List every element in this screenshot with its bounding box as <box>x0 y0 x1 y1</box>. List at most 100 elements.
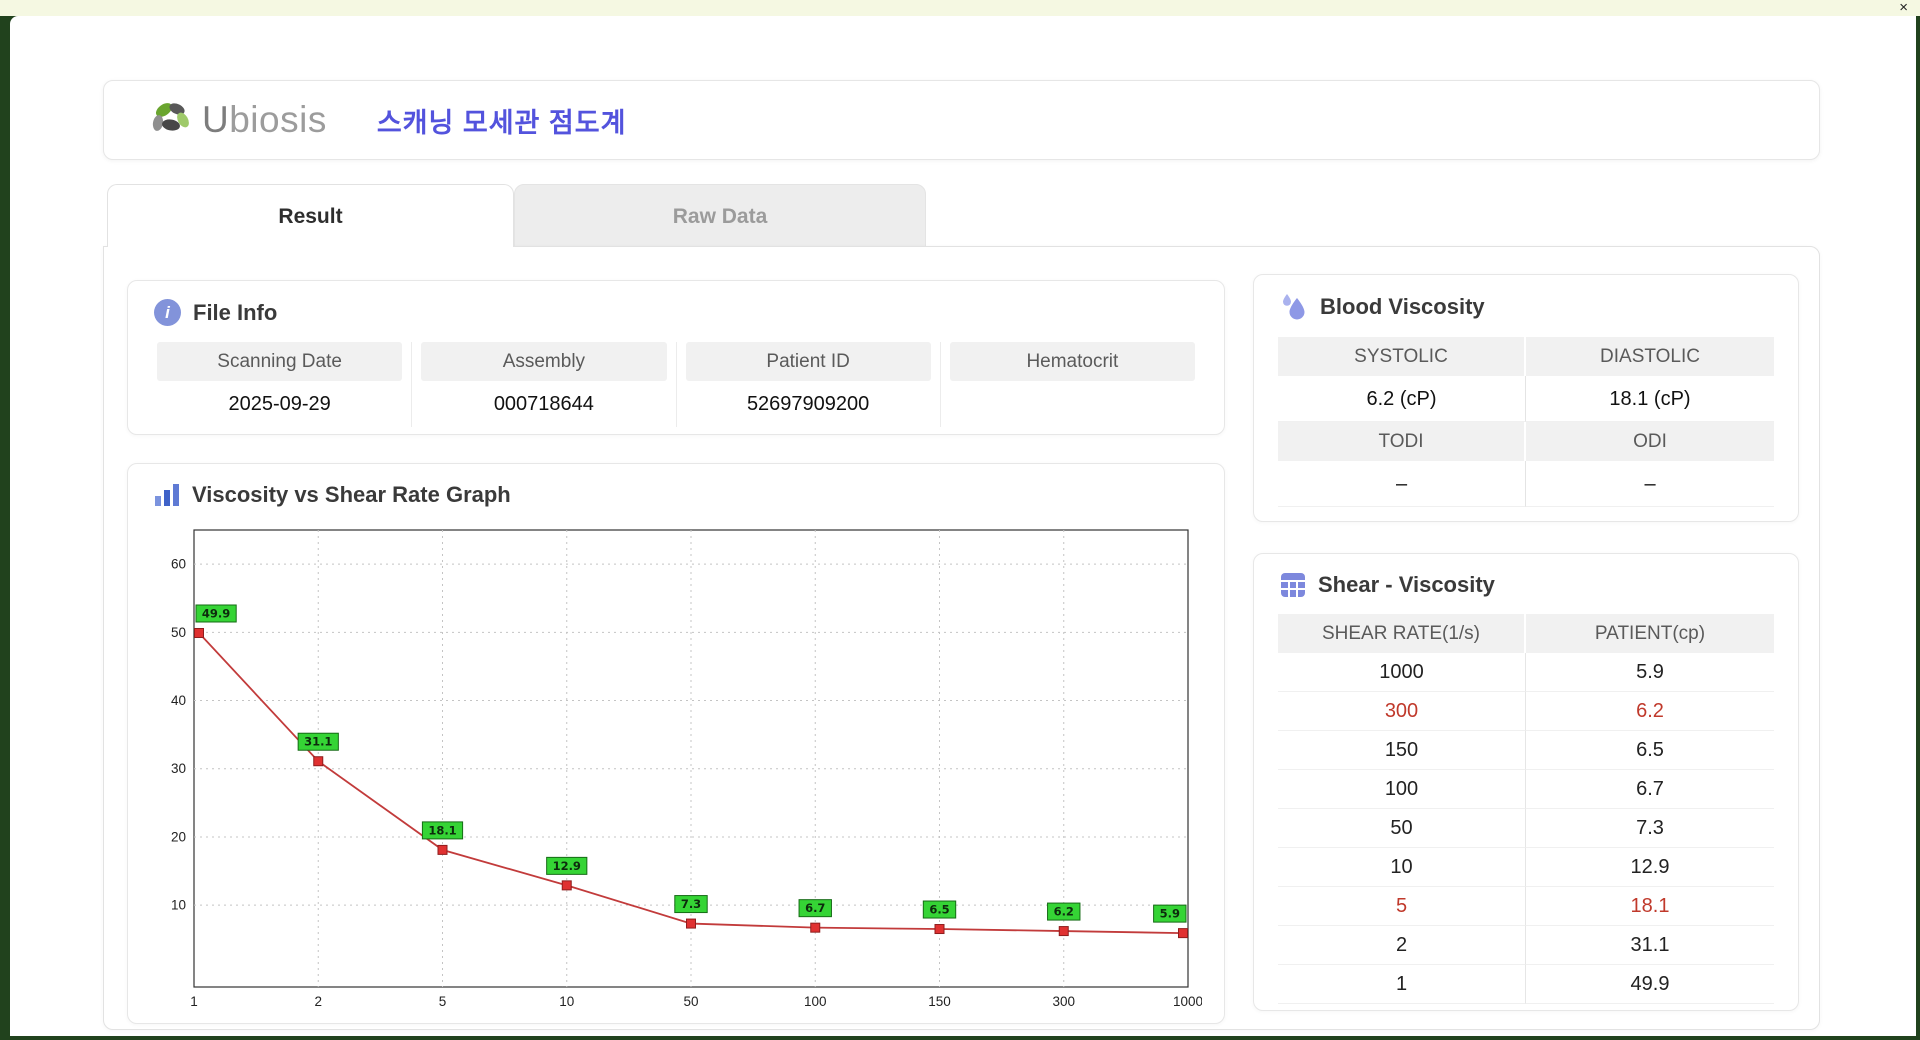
svg-text:100: 100 <box>804 994 827 1009</box>
svg-text:10: 10 <box>171 898 186 913</box>
svg-text:2: 2 <box>314 994 322 1009</box>
tab-raw-data[interactable]: Raw Data <box>514 184 926 247</box>
svg-text:40: 40 <box>171 693 186 708</box>
sv-rate-cell: 5 <box>1278 887 1526 926</box>
sv-patient-cell: 49.9 <box>1526 965 1774 1004</box>
file-info-column: Patient ID 52697909200 <box>677 342 941 427</box>
sv-rate-cell: 150 <box>1278 731 1526 770</box>
graph-title: Viscosity vs Shear Rate Graph <box>192 482 511 507</box>
table-row: 5 18.1 <box>1278 887 1774 926</box>
file-info-fields: Scanning Date 2025-09-29 Assembly 000718644… <box>148 342 1204 427</box>
viscosity-chart: 10 20 30 40 50 60 1 2 5 10 50 100 150 300 1000 49.9 31.1… <box>171 529 1202 1009</box>
svg-text:7.3: 7.3 <box>681 897 701 911</box>
blood-viscosity-title: Blood Viscosity <box>1320 294 1485 319</box>
table-row: 150 6.5 <box>1278 731 1774 770</box>
blood-viscosity-table: SYSTOLIC DIASTOLIC 6.2 (cP) 18.1 (cP) TODI OD… <box>1278 337 1774 507</box>
file-info-title: File Info <box>193 299 278 325</box>
svg-text:50: 50 <box>683 994 698 1009</box>
table-row: 300 6.2 <box>1278 692 1774 731</box>
blood-viscosity-header: Blood Viscosity <box>1254 275 1798 321</box>
window-titlebar: × <box>0 0 1920 16</box>
svg-text:300: 300 <box>1052 994 1075 1009</box>
bv-header-cell: SYSTOLIC <box>1278 337 1526 376</box>
sv-patient-cell: 6.5 <box>1526 731 1774 770</box>
sv-rate-cell: 50 <box>1278 809 1526 848</box>
file-info-header: i File Info <box>128 281 1224 326</box>
table-row: 10 12.9 <box>1278 848 1774 887</box>
file-info-field-label: Patient ID <box>685 342 931 381</box>
tab-result[interactable]: Result <box>107 184 514 247</box>
bv-value-cell: 18.1 (cP) <box>1526 376 1774 422</box>
file-info-column: Assembly 000718644 <box>412 342 677 427</box>
app-window: Ubiosis 스캐닝 모세관 점도계 Result Raw Data i Fi… <box>10 16 1916 1036</box>
file-info-field-label: Scanning Date <box>157 342 403 381</box>
sv-rate-cell: 1 <box>1278 965 1526 1004</box>
sv-patient-cell: 7.3 <box>1526 809 1774 848</box>
logo-letter-u: U <box>202 99 230 140</box>
sv-patient-cell: 31.1 <box>1526 926 1774 965</box>
table-icon <box>1281 573 1305 597</box>
sv-rate-cell: 300 <box>1278 692 1526 731</box>
shear-viscosity-table: SHEAR RATE(1/s) PATIENT(cp) 1000 5.9 300 6.2 1… <box>1278 614 1774 1004</box>
file-info-field-value: 000718644 <box>493 393 594 415</box>
svg-text:1000: 1000 <box>1173 994 1202 1009</box>
svg-text:49.9: 49.9 <box>202 606 230 620</box>
sv-patient-cell: 12.9 <box>1526 848 1774 887</box>
sv-patient-cell: 18.1 <box>1526 887 1774 926</box>
file-info-field-value <box>950 381 1195 427</box>
logo-rest: biosis <box>229 99 327 140</box>
svg-text:60: 60 <box>171 557 186 572</box>
info-icon: i <box>154 299 181 326</box>
svg-text:1: 1 <box>190 994 198 1009</box>
blood-viscosity-card: Blood Viscosity SYSTOLIC DIASTOLIC 6.2 (cP… <box>1253 274 1799 522</box>
content-panel: i File Info Scanning Date 2025-09-29 Assem… <box>103 246 1820 1030</box>
sv-patient-cell: 5.9 <box>1526 653 1774 692</box>
table-row: 100 6.7 <box>1278 770 1774 809</box>
table-row: 50 7.3 <box>1278 809 1774 848</box>
svg-text:18.1: 18.1 <box>428 823 456 837</box>
file-info-field-value: 52697909200 <box>746 393 870 415</box>
ubiosis-logo: Ubiosis <box>148 99 327 141</box>
svg-text:6.2: 6.2 <box>1054 905 1074 919</box>
svg-text:5: 5 <box>439 994 447 1009</box>
table-row: 1000 5.9 <box>1278 653 1774 692</box>
sv-rate-cell: 100 <box>1278 770 1526 809</box>
svg-text:30: 30 <box>171 761 186 776</box>
svg-text:12.9: 12.9 <box>553 859 581 873</box>
sv-header-row: SHEAR RATE(1/s) PATIENT(cp) <box>1278 614 1774 653</box>
svg-text:150: 150 <box>928 994 951 1009</box>
file-info-column: Hematocrit <box>941 342 1204 427</box>
table-row: 2 31.1 <box>1278 926 1774 965</box>
sv-patient-cell: 6.2 <box>1526 692 1774 731</box>
svg-text:6.5: 6.5 <box>929 903 949 917</box>
shear-viscosity-header: Shear - Viscosity <box>1254 554 1798 598</box>
graph-card: Viscosity vs Shear Rate Graph 10 20 30 40 50… <box>127 463 1225 1024</box>
svg-text:5.9: 5.9 <box>1160 907 1180 921</box>
bv-value-cell: – <box>1526 461 1774 507</box>
svg-text:50: 50 <box>171 625 186 640</box>
close-button[interactable]: × <box>1899 0 1908 16</box>
bv-value-cell: 6.2 (cP) <box>1278 376 1526 422</box>
app-header: Ubiosis 스캐닝 모세관 점도계 <box>103 80 1820 160</box>
sv-rate-cell: 2 <box>1278 926 1526 965</box>
svg-text:6.7: 6.7 <box>805 901 825 915</box>
file-info-card: i File Info Scanning Date 2025-09-29 Assem… <box>127 280 1225 435</box>
logo-text: Ubiosis <box>202 99 327 141</box>
table-row: 1 49.9 <box>1278 965 1774 1004</box>
page-title: 스캐닝 모세관 점도계 <box>376 107 627 138</box>
sv-header-cell: PATIENT(cp) <box>1526 614 1774 653</box>
file-info-field-value: 2025-09-29 <box>228 393 331 415</box>
sv-header-cell: SHEAR RATE(1/s) <box>1278 614 1526 653</box>
svg-text:31.1: 31.1 <box>304 735 332 749</box>
file-info-field-label: Assembly <box>421 342 667 381</box>
bv-header-cell: ODI <box>1526 422 1774 461</box>
sv-rate-cell: 1000 <box>1278 653 1526 692</box>
sv-rate-cell: 10 <box>1278 848 1526 887</box>
graph-header: Viscosity vs Shear Rate Graph <box>128 464 1224 508</box>
shear-viscosity-title: Shear - Viscosity <box>1318 572 1495 597</box>
bar-chart-icon <box>155 484 179 506</box>
file-info-column: Scanning Date 2025-09-29 <box>148 342 413 427</box>
svg-text:10: 10 <box>559 994 574 1009</box>
bv-value-cell: – <box>1278 461 1526 507</box>
leaf-logo-icon <box>152 103 189 131</box>
